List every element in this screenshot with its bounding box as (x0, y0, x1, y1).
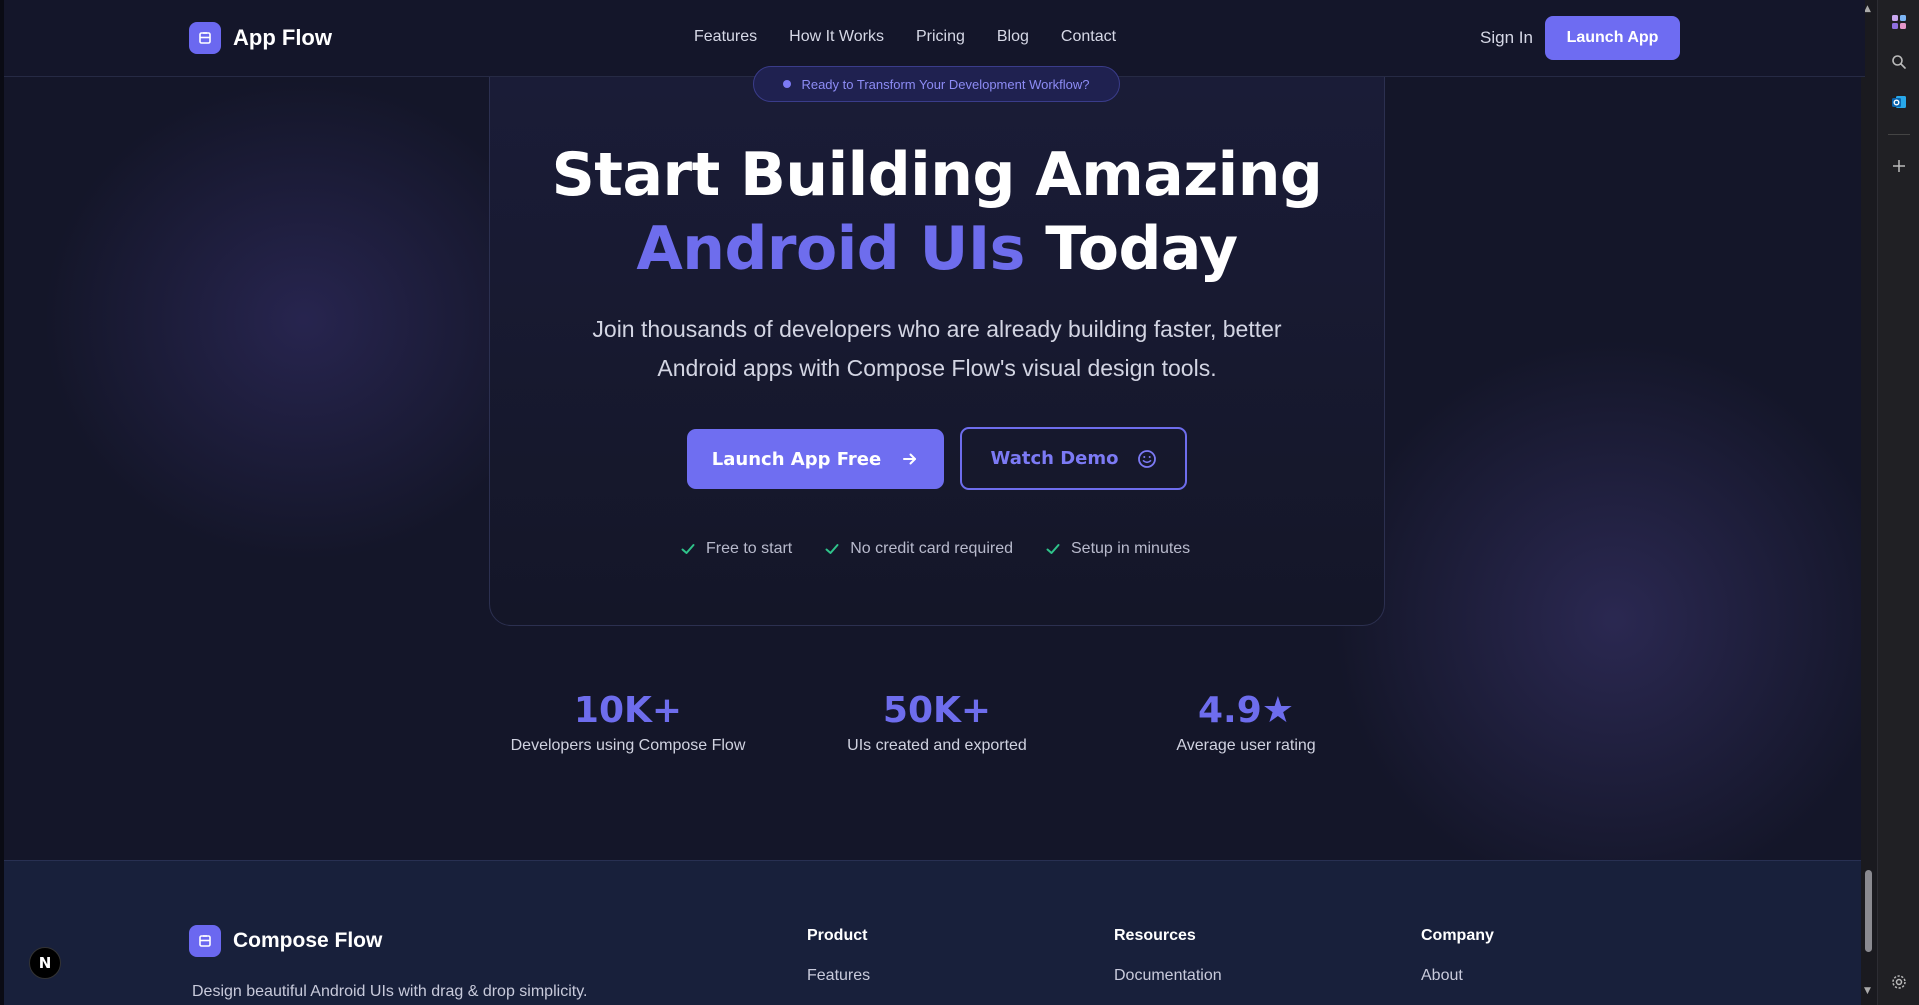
footer-column-resources: Resources Documentation (1114, 927, 1222, 985)
nav-pricing[interactable]: Pricing (916, 28, 965, 46)
scrollbar-thumb[interactable] (1865, 870, 1872, 952)
plus-icon[interactable] (1889, 156, 1909, 176)
footer-link[interactable]: Features (807, 967, 870, 985)
sign-in-link[interactable]: Sign In (1480, 28, 1533, 48)
background-glow-right (1334, 340, 1865, 900)
benefit-item: Setup in minutes (1045, 540, 1190, 558)
launch-app-free-label: Launch App Free (711, 448, 882, 470)
arrow-right-icon (903, 453, 917, 465)
watch-demo-button[interactable]: Watch Demo (960, 427, 1187, 490)
hero-title-rest: Today (1045, 214, 1238, 284)
footer-heading: Resources (1114, 927, 1196, 944)
footer-brand[interactable]: Compose Flow (189, 925, 382, 957)
smiley-icon (1137, 449, 1156, 468)
gear-icon[interactable] (1889, 972, 1909, 992)
browser-side-panel (1877, 0, 1919, 1005)
page-viewport: App Flow Features How It Works Pricing B… (0, 0, 1865, 1005)
footer-column-product: Product Features (807, 927, 870, 985)
panel-divider (1888, 134, 1910, 135)
scroll-down-icon[interactable]: ▼ (1864, 986, 1871, 996)
check-icon (1046, 544, 1060, 554)
benefit-label: No credit card required (850, 540, 1013, 557)
benefit-item: No credit card required (824, 540, 1013, 558)
app-logo-icon (189, 22, 221, 54)
footer-heading: Product (807, 927, 868, 944)
hero-title-accent: Android UIs (636, 214, 1025, 284)
brand-name: App Flow (233, 25, 332, 50)
hero-benefits: Free to start No credit card required Se… (680, 540, 1190, 558)
stat-developers: 10K+ Developers using Compose Flow (478, 690, 778, 755)
footer-logo-icon (189, 925, 221, 957)
footer-link[interactable]: About (1421, 967, 1494, 985)
footer-heading: Company (1421, 927, 1494, 944)
launch-app-free-button[interactable]: Launch App Free (687, 429, 944, 489)
benefit-label: Setup in minutes (1071, 540, 1191, 557)
hero-subtitle-line2: Android apps with Compose Flow's visual … (657, 355, 1217, 381)
stat-label: Average user rating (1176, 737, 1316, 754)
nav-contact[interactable]: Contact (1061, 28, 1116, 46)
brand-logo-link[interactable]: App Flow (189, 22, 332, 54)
footer-brand-name: Compose Flow (233, 929, 383, 952)
stat-value: 50K+ (882, 690, 992, 731)
stat-rating: 4.9★ Average user rating (1096, 690, 1396, 755)
main-nav: Features How It Works Pricing Blog Conta… (694, 28, 1116, 46)
launch-app-button[interactable]: Launch App (1545, 16, 1680, 60)
stat-label: UIs created and exported (847, 737, 1027, 754)
hero-title-line1: Start Building Amazing (551, 140, 1323, 210)
nav-blog[interactable]: Blog (997, 28, 1029, 46)
scroll-up-icon[interactable]: ▲ (1864, 4, 1871, 14)
watch-demo-label: Watch Demo (990, 448, 1119, 469)
stat-value: 10K+ (573, 690, 683, 731)
outlook-icon[interactable] (1889, 92, 1909, 112)
check-icon (681, 544, 695, 554)
page-scrollbar[interactable]: ▲ ▼ (1861, 0, 1877, 1005)
hero-badge: Ready to Transform Your Development Work… (753, 66, 1120, 102)
badge-dot-icon (783, 80, 792, 88)
site-footer: Compose Flow Design beautiful Android UI… (4, 860, 1865, 1005)
badge-text: Ready to Transform Your Development Work… (801, 76, 1090, 92)
search-icon[interactable] (1889, 52, 1909, 72)
benefit-label: Free to start (706, 540, 793, 557)
stat-value: 4.9★ (1197, 690, 1295, 731)
nav-how-it-works[interactable]: How It Works (789, 28, 884, 46)
stat-uis: 50K+ UIs created and exported (787, 690, 1087, 755)
footer-description: Design beautiful Android UIs with drag &… (192, 983, 588, 1000)
nav-features[interactable]: Features (694, 28, 757, 46)
hero-title-line2: Android UIs Today (489, 214, 1385, 284)
copilot-icon[interactable] (1889, 12, 1909, 32)
footer-link[interactable]: Documentation (1114, 967, 1222, 985)
benefit-item: Free to start (680, 540, 792, 558)
background-glow-left (44, 80, 564, 560)
footer-column-company: Company About (1421, 927, 1494, 985)
hero-subtitle-line1: Join thousands of developers who are alr… (592, 316, 1282, 342)
nextjs-dev-badge[interactable]: N (29, 947, 61, 979)
hero-subtitle: Join thousands of developers who are alr… (489, 310, 1385, 388)
stat-label: Developers using Compose Flow (510, 737, 746, 754)
check-icon (825, 544, 839, 554)
